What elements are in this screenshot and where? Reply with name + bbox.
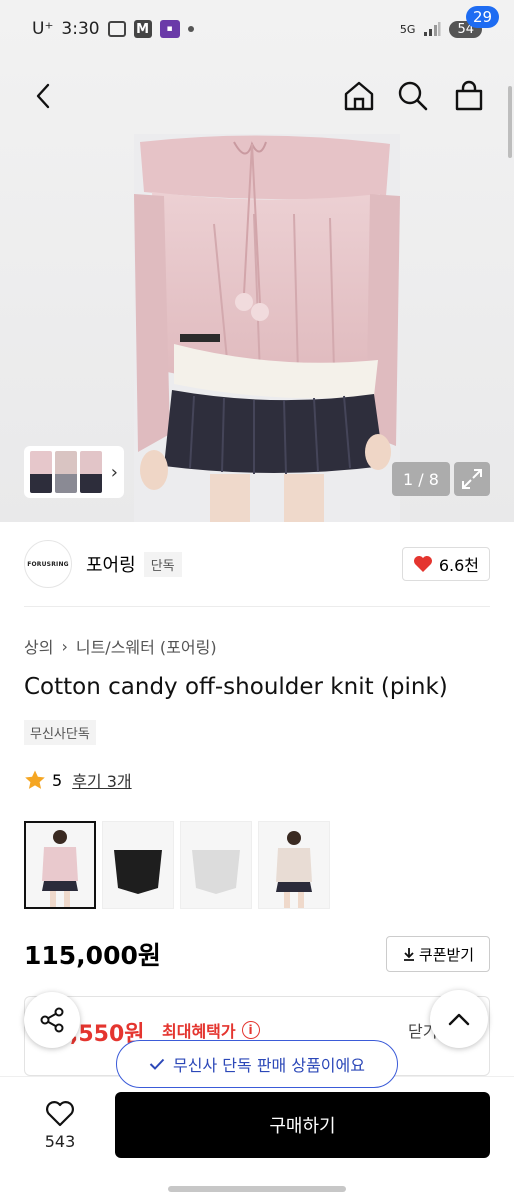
- chevron-right-icon: ›: [61, 636, 68, 656]
- max-benefit-label-text: 최대혜택가: [162, 1022, 236, 1041]
- network-type: 5G: [399, 22, 416, 36]
- exclusive-toast: 무신사 단독 판매 상품이에요: [116, 1040, 398, 1088]
- image-counter: 1 / 8: [392, 462, 450, 496]
- chevron-right-icon[interactable]: ›: [111, 462, 118, 483]
- heart-filled-icon: [413, 556, 432, 572]
- divider: [24, 606, 490, 607]
- wishlist-count: 543: [44, 1131, 76, 1151]
- back-button[interactable]: [22, 74, 66, 118]
- coupon-label: 쿠폰받기: [418, 945, 475, 964]
- swatch-image: [114, 850, 162, 894]
- swatch-image: [276, 831, 312, 908]
- color-swatch-black[interactable]: [102, 821, 174, 909]
- more-notifications-icon: [187, 26, 194, 32]
- brand-like-button[interactable]: 6.6천: [401, 547, 490, 581]
- share-button[interactable]: [24, 992, 80, 1048]
- brand-like-count: 6.6천: [438, 556, 479, 575]
- breadcrumb: 상의 › 니트/스웨터 (포어링): [24, 634, 217, 658]
- breadcrumb-item[interactable]: 상의: [24, 634, 53, 658]
- search-icon: [398, 81, 428, 111]
- gallery-thumbnail[interactable]: [80, 451, 102, 493]
- check-icon: [149, 1058, 165, 1070]
- chevron-left-icon: [36, 83, 50, 109]
- expand-button[interactable]: [454, 462, 490, 496]
- cart-count-badge: 29: [466, 6, 500, 28]
- product-gallery[interactable]: U⁺ 3:30 M ▪ 5G 54 29 › 1 / 8: [0, 0, 514, 522]
- heart-outline-icon: [46, 1100, 74, 1126]
- home-indicator: [168, 1186, 346, 1192]
- buy-button[interactable]: 구매하기: [115, 1092, 490, 1158]
- cart-button[interactable]: [447, 74, 491, 118]
- product-title: Cotton candy off-shoulder knit (pink): [24, 674, 448, 700]
- gallery-thumbnail[interactable]: [55, 451, 77, 493]
- carrier-label: U⁺: [32, 19, 54, 39]
- gallery-thumbnail[interactable]: [30, 451, 52, 493]
- status-bar: U⁺ 3:30 M ▪ 5G 54: [0, 0, 514, 58]
- scroll-to-top-button[interactable]: [430, 990, 488, 1048]
- gmail-icon: M: [133, 20, 152, 38]
- review-link[interactable]: 후기 3개: [72, 768, 131, 792]
- breadcrumb-item[interactable]: 니트/스웨터 (포어링): [76, 634, 217, 658]
- rating-row: 5 후기 3개: [24, 768, 132, 792]
- brand-name[interactable]: 포어링: [86, 551, 136, 577]
- brand-logo[interactable]: FORUSRING: [24, 540, 72, 588]
- gallery-thumbnail-strip[interactable]: ›: [24, 446, 124, 498]
- expand-icon: [462, 469, 482, 489]
- info-icon[interactable]: i: [241, 1021, 260, 1039]
- product-photo[interactable]: [134, 134, 400, 522]
- max-benefit-label[interactable]: 최대혜택가 i: [162, 1018, 260, 1042]
- download-icon: [403, 948, 414, 961]
- wishlist-button[interactable]: 543: [28, 1092, 92, 1158]
- star-icon: [25, 770, 45, 789]
- color-swatch-list: [24, 821, 330, 909]
- app-header: [0, 68, 514, 124]
- screenshot-icon: [107, 21, 126, 37]
- musinsa-exclusive-tag: 무신사단독: [24, 720, 96, 745]
- coupon-button[interactable]: 쿠폰받기: [386, 936, 490, 972]
- chevron-up-icon: [448, 1013, 470, 1026]
- home-icon: [344, 81, 374, 111]
- share-icon: [40, 1007, 64, 1033]
- search-button[interactable]: [391, 74, 435, 118]
- toast-text: 무신사 단독 판매 상품이에요: [173, 1056, 365, 1075]
- swatch-image: [192, 850, 240, 894]
- color-swatch-pink[interactable]: [24, 821, 96, 909]
- app-notification-icon: ▪: [159, 20, 180, 38]
- home-button[interactable]: [337, 74, 381, 118]
- exclusive-badge: 단독: [143, 551, 182, 577]
- clock: 3:30: [61, 19, 100, 39]
- brand-row: FORUSRING 포어링 단독 6.6천: [24, 540, 490, 588]
- color-swatch-beige[interactable]: [258, 821, 330, 909]
- shopping-bag-icon: [455, 80, 483, 111]
- scroll-indicator: [508, 86, 512, 158]
- rating-value: 5: [52, 770, 63, 790]
- color-swatch-gray[interactable]: [180, 821, 252, 909]
- product-price: 115,000원: [24, 941, 161, 970]
- swatch-image: [42, 830, 78, 907]
- signal-icon: [424, 22, 441, 36]
